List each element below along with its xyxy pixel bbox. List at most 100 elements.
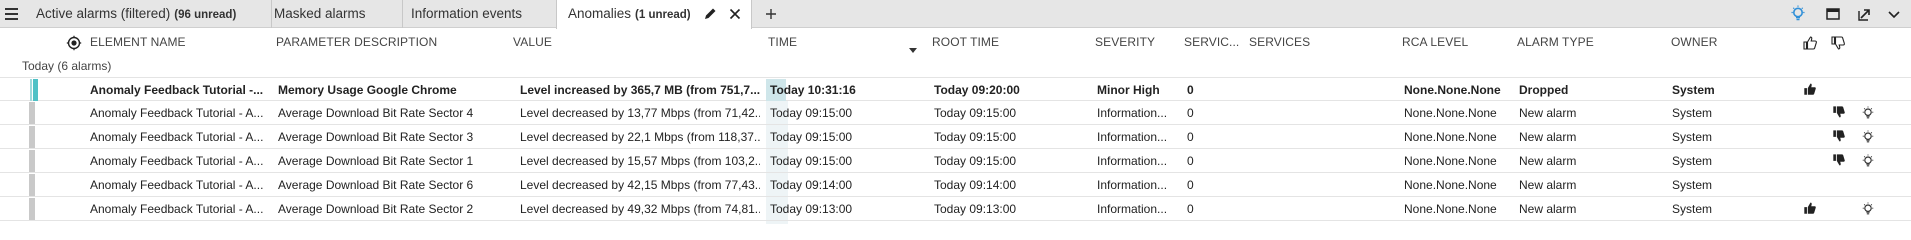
column-header-servic[interactable]: SERVIC...	[1184, 29, 1239, 55]
cell-rca-level: None.None.None	[1404, 154, 1497, 168]
cell-element-name: Anomaly Feedback Tutorial - A...	[90, 130, 264, 144]
cell-owner: System	[1672, 83, 1715, 97]
cell-parameter-description: Memory Usage Google Chrome	[278, 83, 457, 97]
cell-services	[1250, 101, 1390, 125]
cell-element-name: Anomaly Feedback Tutorial - A...	[90, 202, 264, 216]
cell-rca-level: None.None.None	[1404, 130, 1497, 144]
cell-value: Level increased by 365,7 MB (from 751,7.…	[520, 83, 760, 97]
cell-services	[1250, 125, 1390, 149]
cell-time: Today 09:15:00	[770, 130, 853, 144]
cell-value: Level decreased by 42,15 Mbps (from 77,4…	[520, 178, 760, 192]
cell-alarm-type: Dropped	[1519, 83, 1569, 97]
column-header-owner[interactable]: OWNER	[1671, 29, 1718, 55]
cell-parameter-description: Average Download Bit Rate Sector 3	[278, 130, 474, 144]
popout-icon[interactable]	[1855, 4, 1875, 24]
cell-rca-level: None.None.None	[1404, 106, 1497, 120]
cell-element-name: Anomaly Feedback Tutorial - A...	[90, 106, 264, 120]
severity-indicator	[29, 198, 35, 220]
window-icon[interactable]	[1823, 4, 1843, 24]
column-header-alarm-type[interactable]: ALARM TYPE	[1517, 29, 1594, 55]
lightbulb-icon[interactable]	[1788, 4, 1808, 24]
column-select-icon[interactable]	[66, 34, 82, 51]
thumbs-up-icon[interactable]	[1803, 201, 1819, 217]
lightbulb-icon[interactable]	[1860, 105, 1876, 121]
thumbs-down-icon[interactable]	[1832, 153, 1848, 169]
cell-time: Today 09:13:00	[770, 202, 853, 216]
table-row[interactable]: Anomaly Feedback Tutorial - A... Average …	[0, 173, 1911, 197]
edit-icon[interactable]	[702, 6, 718, 22]
tab-label: Anomalies	[568, 6, 632, 21]
cell-services	[1250, 78, 1390, 102]
tab-masked-alarms[interactable]: Masked alarms	[263, 0, 403, 28]
cell-alarm-type: New alarm	[1519, 178, 1577, 192]
cell-owner: System	[1672, 154, 1713, 168]
selection-indicator	[30, 79, 32, 101]
close-icon[interactable]	[727, 6, 743, 22]
cell-severity: Information...	[1097, 178, 1168, 192]
cell-services	[1250, 149, 1390, 173]
group-header[interactable]: Today (6 alarms)	[22, 56, 111, 76]
unread-badge: (96 unread)	[174, 9, 237, 21]
thumbs-down-icon[interactable]	[1832, 105, 1848, 121]
cell-owner: System	[1672, 202, 1713, 216]
cell-parameter-description: Average Download Bit Rate Sector 6	[278, 178, 474, 192]
column-header-parameter-description[interactable]: PARAMETER DESCRIPTION	[276, 29, 437, 55]
cell-time: Today 10:31:16	[770, 83, 856, 97]
cell-root-time: Today 09:14:00	[934, 178, 1017, 192]
column-header-time[interactable]: TIME	[768, 29, 797, 55]
sort-down-icon[interactable]	[908, 38, 918, 53]
cell-parameter-description: Average Download Bit Rate Sector 4	[278, 106, 474, 120]
thumbs-down-icon[interactable]	[1830, 34, 1846, 50]
cell-root-time: Today 09:13:00	[934, 202, 1017, 216]
column-header-value[interactable]: VALUE	[513, 29, 552, 55]
cell-root-time: Today 09:15:00	[934, 106, 1017, 120]
table-row[interactable]: Anomaly Feedback Tutorial - A... Average …	[0, 125, 1911, 149]
cell-servic: 0	[1187, 83, 1194, 97]
chevron-down-icon[interactable]	[1884, 4, 1904, 24]
menu-icon[interactable]	[2, 4, 22, 24]
column-header-severity[interactable]: SEVERITY	[1095, 29, 1155, 55]
cell-servic: 0	[1187, 130, 1194, 144]
lightbulb-icon[interactable]	[1860, 201, 1876, 217]
severity-indicator	[29, 174, 35, 196]
cell-severity: Information...	[1097, 106, 1168, 120]
cell-severity: Information...	[1097, 154, 1168, 168]
table-row[interactable]: Anomaly Feedback Tutorial - A... Average …	[0, 101, 1911, 125]
table-row[interactable]: Anomaly Feedback Tutorial - A... Average …	[0, 149, 1911, 173]
thumbs-up-icon[interactable]	[1802, 34, 1818, 50]
table-row[interactable]: Anomaly Feedback Tutorial -... Memory Usa…	[0, 77, 1911, 101]
cell-rca-level: None.None.None	[1404, 178, 1497, 192]
column-header-services[interactable]: SERVICES	[1249, 29, 1310, 55]
cell-servic: 0	[1187, 106, 1194, 120]
tab-bar: Active alarms (filtered) (96 unread) Mask…	[0, 0, 1911, 29]
tab-label: Information events	[411, 6, 523, 21]
tab-information-events[interactable]: Information events	[400, 0, 562, 28]
cell-parameter-description: Average Download Bit Rate Sector 2	[278, 202, 474, 216]
thumbs-up-icon[interactable]	[1803, 82, 1819, 98]
cell-rca-level: None.None.None	[1404, 83, 1501, 97]
column-header-rca-level[interactable]: RCA LEVEL	[1402, 29, 1468, 55]
severity-indicator	[29, 150, 35, 172]
cell-services	[1250, 173, 1390, 197]
column-header-element-name[interactable]: ELEMENT NAME	[90, 29, 186, 55]
cell-owner: System	[1672, 106, 1713, 120]
table-row[interactable]: Anomaly Feedback Tutorial - A... Average …	[0, 197, 1911, 221]
tab-active-alarms[interactable]: Active alarms (filtered) (96 unread)	[25, 0, 272, 28]
column-header-root-time[interactable]: ROOT TIME	[932, 29, 999, 55]
tab-label: Active alarms (filtered)	[36, 6, 171, 21]
cell-owner: System	[1672, 130, 1713, 144]
cell-time: Today 09:15:00	[770, 106, 853, 120]
lightbulb-icon[interactable]	[1860, 153, 1876, 169]
cell-alarm-type: New alarm	[1519, 154, 1577, 168]
cell-owner: System	[1672, 178, 1713, 192]
cell-value: Level decreased by 15,57 Mbps (from 103,…	[520, 154, 760, 168]
cell-parameter-description: Average Download Bit Rate Sector 1	[278, 154, 474, 168]
add-tab-icon[interactable]	[763, 6, 779, 22]
lightbulb-icon[interactable]	[1860, 129, 1876, 145]
tab-anomalies[interactable]: Anomalies (1 unread)	[556, 0, 752, 29]
unread-badge: (1 unread)	[635, 9, 691, 21]
thumbs-down-icon[interactable]	[1832, 129, 1848, 145]
severity-indicator	[29, 102, 35, 124]
cell-severity: Information...	[1097, 130, 1168, 144]
cell-services	[1250, 197, 1390, 221]
